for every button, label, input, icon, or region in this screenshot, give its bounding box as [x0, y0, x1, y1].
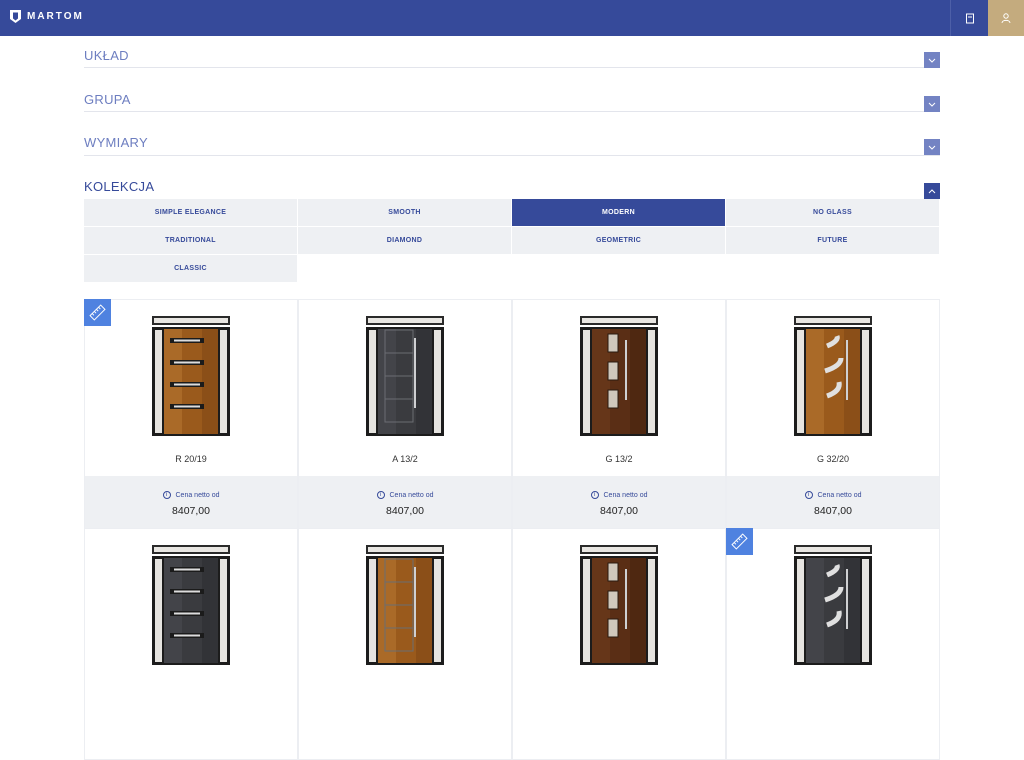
door-illustration [794, 316, 872, 436]
product-card[interactable]: G 32/20 i Cena netto od 8407,00 [726, 299, 940, 531]
cart-button[interactable] [950, 0, 988, 36]
product-name[interactable]: R 20/19 [85, 454, 297, 464]
top-navigation-bar: MARTOM [0, 0, 1024, 36]
user-icon [1001, 12, 1011, 23]
info-icon[interactable]: i [804, 491, 813, 499]
product-card[interactable]: iCena netto od [512, 528, 726, 760]
product-price: 8407,00 [386, 505, 424, 517]
collection-diamond[interactable]: DIAMOND [298, 227, 511, 254]
product-image[interactable] [727, 300, 939, 450]
filter-title: UKŁAD [84, 48, 129, 63]
expand-toggle[interactable] [924, 139, 940, 155]
product-image[interactable] [299, 529, 511, 679]
product-card[interactable]: iCena netto od [298, 528, 512, 760]
price-box: i Cena netto od 8407,00 [727, 476, 939, 530]
product-name[interactable]: G 32/20 [727, 454, 939, 464]
collection-simple-elegance[interactable]: SIMPLE ELEGANCE [84, 199, 297, 226]
product-price: 8407,00 [172, 505, 210, 517]
door-illustration [580, 545, 658, 665]
price-label: Cena netto od [175, 491, 220, 499]
product-image[interactable] [85, 300, 297, 450]
product-card[interactable]: iCena netto od [84, 528, 298, 760]
price-label-row: i Cena netto od [513, 491, 725, 499]
chevron-down-icon [928, 58, 936, 63]
product-image[interactable] [727, 529, 939, 679]
chevron-down-icon [928, 102, 936, 107]
collapse-toggle[interactable] [924, 183, 940, 199]
price-box: i Cena netto od 8407,00 [299, 476, 511, 530]
product-card[interactable]: G 13/2 i Cena netto od 8407,00 [512, 299, 726, 531]
door-illustration [580, 316, 658, 436]
cart-icon [965, 13, 974, 23]
product-card[interactable]: iCena netto od [726, 528, 940, 760]
collection-future[interactable]: FUTURE [726, 227, 939, 254]
user-account-button[interactable] [988, 0, 1024, 36]
product-card[interactable]: A 13/2 i Cena netto od 8407,00 [298, 299, 512, 531]
price-label-row: i Cena netto od [85, 491, 297, 499]
collection-smooth[interactable]: SMOOTH [298, 199, 511, 226]
price-label-row: i Cena netto od [299, 491, 511, 499]
door-illustration [152, 545, 230, 665]
collection-no-glass[interactable]: NO GLASS [726, 199, 939, 226]
dimensions-badge[interactable] [726, 528, 753, 555]
product-card[interactable]: R 20/19 i Cena netto od 8407,00 [84, 299, 298, 531]
price-label-row: i Cena netto od [727, 491, 939, 499]
door-illustration [366, 316, 444, 436]
price-label: Cena netto od [603, 491, 648, 499]
filter-uklad[interactable]: UKŁAD [84, 44, 940, 68]
brand-name: MARTOM [27, 11, 84, 22]
filter-grupa[interactable]: GRUPA [84, 88, 940, 112]
collection-modern[interactable]: MODERN [512, 199, 725, 226]
door-illustration [794, 545, 872, 665]
info-icon[interactable]: i [590, 491, 599, 499]
ruler-icon [731, 533, 748, 550]
dimensions-badge[interactable] [84, 299, 111, 326]
info-icon[interactable]: i [376, 491, 385, 499]
product-image[interactable] [299, 300, 511, 450]
filter-wymiary[interactable]: WYMIARY [84, 132, 940, 156]
price-box: i Cena netto od 8407,00 [513, 476, 725, 530]
door-illustration [152, 316, 230, 436]
info-icon[interactable]: i [162, 491, 171, 499]
chevron-up-icon [928, 188, 936, 193]
chevron-down-icon [928, 145, 936, 150]
filter-title: GRUPA [84, 92, 131, 107]
filter-title: WYMIARY [84, 135, 148, 150]
collection-traditional[interactable]: TRADITIONAL [84, 227, 297, 254]
product-name[interactable]: G 13/2 [513, 454, 725, 464]
product-image[interactable] [513, 529, 725, 679]
product-image[interactable] [85, 529, 297, 679]
price-label: Cena netto od [817, 491, 862, 499]
product-image[interactable] [513, 300, 725, 450]
filter-title: KOLEKCJA [84, 179, 155, 194]
door-illustration [366, 545, 444, 665]
brand-logo[interactable]: MARTOM [10, 10, 84, 23]
product-price: 8407,00 [814, 505, 852, 517]
collection-geometric[interactable]: GEOMETRIC [512, 227, 725, 254]
collection-classic[interactable]: CLASSIC [84, 255, 297, 282]
ruler-icon [89, 304, 106, 321]
expand-toggle[interactable] [924, 52, 940, 68]
logo-mark-icon [10, 10, 21, 23]
product-name[interactable]: A 13/2 [299, 454, 511, 464]
price-label: Cena netto od [389, 491, 434, 499]
product-price: 8407,00 [600, 505, 638, 517]
filter-kolekcja[interactable]: KOLEKCJA [84, 176, 940, 199]
price-box: i Cena netto od 8407,00 [85, 476, 297, 530]
expand-toggle[interactable] [924, 96, 940, 112]
